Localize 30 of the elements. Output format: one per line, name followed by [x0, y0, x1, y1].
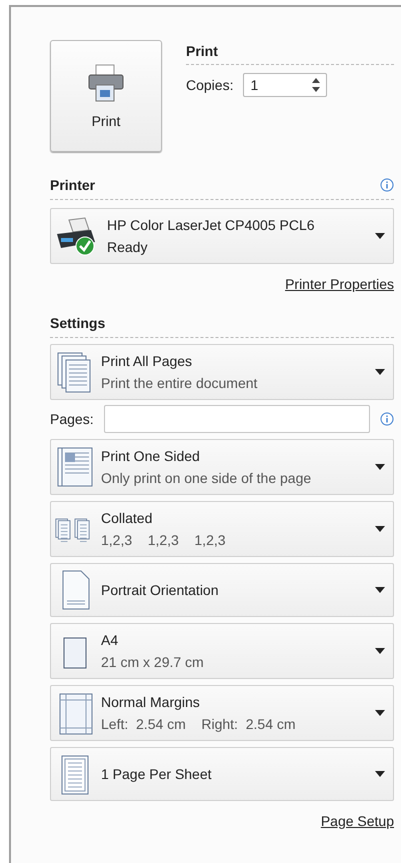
copies-label: Copies:	[186, 77, 234, 93]
caret-icon	[375, 587, 385, 593]
info-icon[interactable]	[380, 178, 394, 192]
setting-dropdown[interactable]: Print All Pages Print the entire document	[50, 344, 394, 400]
pages-label: Pages:	[50, 411, 94, 427]
printer-icon	[86, 63, 126, 103]
section-title: Settings	[50, 315, 106, 331]
section-title: Print	[186, 40, 394, 65]
caret-icon	[375, 464, 385, 470]
caret-icon	[375, 648, 385, 654]
print-button[interactable]: Print	[50, 40, 162, 152]
caret-icon	[375, 369, 385, 375]
setting-dropdown[interactable]: Print One Sided Only print on one side of the page	[50, 439, 394, 495]
document-icon	[55, 445, 95, 489]
setting-dropdown[interactable]: A4 21 cm x 29.7 cm	[50, 623, 394, 679]
caret-icon	[375, 233, 385, 239]
section-title: Printer	[50, 177, 96, 193]
printer-properties-link[interactable]: Printer Properties	[285, 276, 394, 292]
setting-dropdown[interactable]: 1 Page Per Sheet	[50, 747, 394, 801]
copies-spinner[interactable]: 1	[243, 73, 328, 97]
pages-field[interactable]	[104, 405, 370, 433]
setting-dropdown[interactable]: Normal Margins Left: 2.54 cm Right: 2.54 cm	[50, 685, 394, 741]
caret-icon	[375, 710, 385, 716]
caret-icon	[375, 771, 385, 777]
setting-dropdown[interactable]: Collated 1,2,3 1,2,3 1,2,3	[50, 501, 394, 557]
info-icon[interactable]	[380, 412, 394, 426]
page-setup-link[interactable]: Page Setup	[320, 813, 394, 829]
setting-dropdown[interactable]: Portrait Orientation	[50, 563, 394, 617]
caret-icon	[375, 526, 385, 532]
printer-dropdown[interactable]: HP Color LaserJet CP4005 PCL6 Ready	[50, 208, 394, 264]
